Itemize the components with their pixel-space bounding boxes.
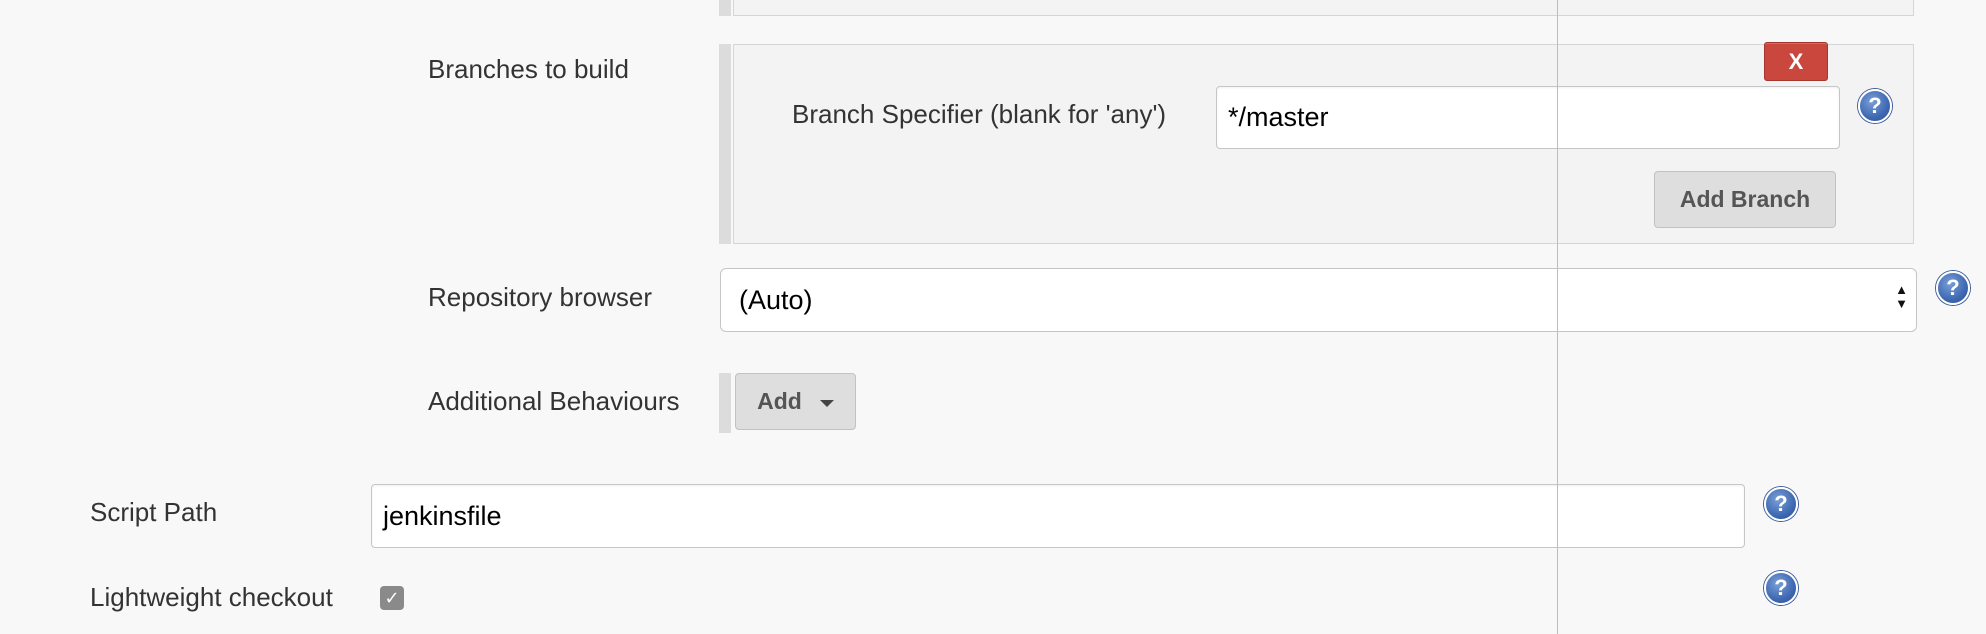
script-path-help-icon[interactable]: ? [1764, 487, 1798, 521]
script-path-label: Script Path [90, 497, 218, 527]
add-behaviour-dropdown-button[interactable]: Add [735, 373, 856, 430]
repository-browser-select[interactable]: (Auto) ▲ ▼ [720, 268, 1917, 332]
branch-specifier-value: */master [1228, 102, 1329, 132]
vertical-guide-line [1557, 0, 1558, 634]
repository-browser-help-icon[interactable]: ? [1936, 271, 1970, 305]
add-branch-button[interactable]: Add Branch [1654, 171, 1836, 228]
repository-browser-selected-value: (Auto) [739, 284, 813, 315]
dropdown-caret-icon [819, 399, 834, 407]
select-arrows-icon: ▲ ▼ [1895, 282, 1908, 311]
branches-to-build-label: Branches to build [428, 54, 629, 84]
branch-specifier-label: Branch Specifier (blank for 'any') [792, 99, 1167, 129]
branch-specifier-help-icon[interactable]: ? [1858, 89, 1892, 123]
lightweight-checkout-help-icon[interactable]: ? [1764, 571, 1798, 605]
branch-specifier-input[interactable]: */master [1216, 86, 1840, 149]
additional-behaviours-label: Additional Behaviours [428, 386, 680, 416]
repository-browser-label: Repository browser [428, 282, 652, 312]
lightweight-checkout-label: Lightweight checkout [90, 582, 333, 612]
lightweight-checkout-checkbox[interactable]: ✓ [380, 586, 404, 610]
script-path-input[interactable]: jenkinsfile [371, 484, 1745, 548]
add-behaviour-label: Add [757, 388, 802, 414]
branches-indent-bar [719, 44, 731, 244]
checkmark-icon: ✓ [384, 587, 400, 608]
script-path-value: jenkinsfile [383, 500, 502, 531]
section-indent-bar [719, 0, 731, 16]
behaviours-indent-bar [719, 373, 731, 433]
delete-branch-button[interactable]: X [1764, 42, 1828, 81]
previous-repeatable-panel [733, 0, 1914, 16]
